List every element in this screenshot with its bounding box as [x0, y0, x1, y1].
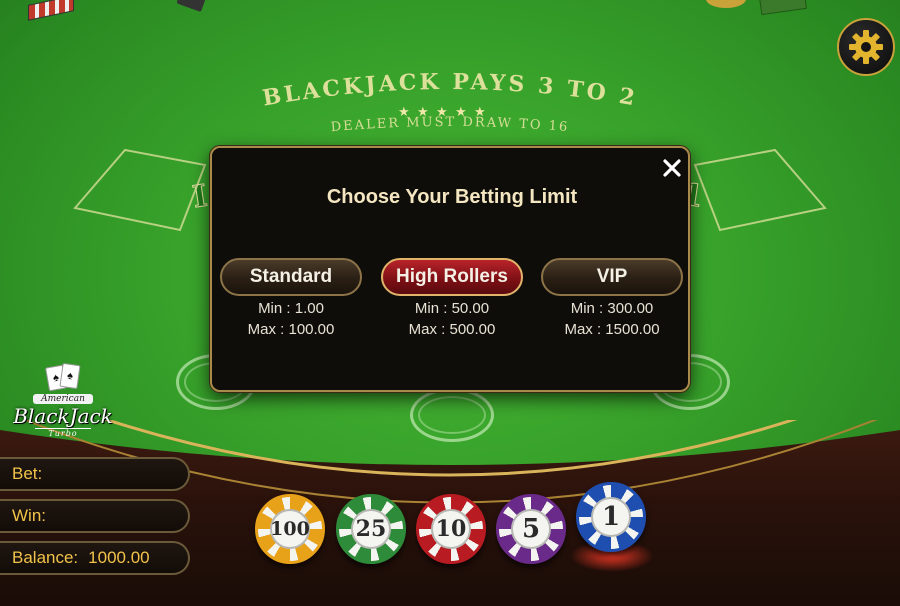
felt-text-dealer: DEALER MUST DRAW TO 16: [330, 115, 568, 135]
limit-option-standard: Standard Min : 1.00 Max : 100.00: [220, 258, 362, 338]
svg-text:★: ★: [398, 104, 410, 119]
standard-max: Max : 100.00: [247, 321, 335, 338]
svg-text:BLACKJACK PAYS 3 TO 2: BLACKJACK PAYS 3 TO 2: [260, 69, 639, 112]
limit-option-high-rollers: High Rollers Min : 50.00 Max : 500.00: [381, 258, 523, 338]
svg-text:DEALER MUST DRAW TO 16: DEALER MUST DRAW TO 16: [330, 115, 570, 135]
svg-text:★: ★: [436, 104, 448, 119]
high-rollers-limit-button[interactable]: High Rollers: [381, 258, 523, 296]
standard-min: Min : 1.00: [258, 300, 324, 317]
vip-max: Max : 1500.00: [564, 321, 660, 338]
chip-label: 5: [521, 513, 541, 544]
logo-title: BlackJack: [13, 404, 113, 428]
chip-10[interactable]: 10: [416, 494, 486, 564]
logo-subtitle: Turbo: [35, 428, 91, 438]
chip-label: 100: [270, 517, 310, 540]
betting-limit-dialog: Choose Your Betting Limit Standard Min :…: [210, 146, 690, 392]
game-logo: ♠ ♠ American BlackJack Turbo: [8, 362, 118, 438]
flag-decoration: [28, 0, 74, 21]
bet-label: Bet:: [12, 464, 43, 483]
chip-100[interactable]: 100: [255, 494, 325, 564]
vip-limit-button[interactable]: VIP: [541, 258, 683, 296]
close-button[interactable]: [660, 156, 684, 180]
chip-1[interactable]: 1: [576, 482, 646, 552]
top-decoration: [176, 0, 206, 13]
high-rollers-max: Max : 500.00: [408, 321, 496, 338]
standard-limit-button[interactable]: Standard: [220, 258, 362, 296]
limit-option-vip: VIP Min : 300.00 Max : 1500.00: [541, 258, 683, 338]
settings-button[interactable]: [837, 18, 895, 76]
cards-icon: ♠ ♠: [45, 362, 81, 392]
dialog-title: Choose Your Betting Limit: [326, 186, 578, 208]
vip-min: Min : 300.00: [570, 300, 654, 317]
bet-spot-center[interactable]: [410, 388, 494, 442]
coin-decoration: [706, 0, 746, 8]
felt-stars: ★ ★ ★ ★ ★: [398, 104, 486, 119]
svg-text:★: ★: [417, 104, 429, 119]
balance-value: 1000.00: [88, 548, 150, 567]
svg-text:★: ★: [474, 104, 486, 119]
balance-label: Balance:: [12, 548, 79, 567]
gear-icon: [849, 30, 883, 64]
high-rollers-min: Min : 50.00: [414, 300, 490, 317]
felt-text-payout: BLACKJACK PAYS 3 TO 2: [260, 69, 636, 112]
close-icon: [663, 159, 681, 177]
win-display: Win:: [0, 499, 190, 533]
logo-banner: American: [33, 394, 93, 404]
balance-display: Balance: 1000.00: [0, 541, 190, 575]
chip-25[interactable]: 25: [336, 494, 406, 564]
chip-label: 25: [355, 515, 387, 542]
bet-display: Bet:: [0, 457, 190, 491]
chip-label: 10: [435, 515, 467, 542]
chip-label: 1: [601, 501, 621, 532]
win-label: Win:: [12, 506, 46, 525]
card-decoration: [758, 0, 808, 16]
svg-text:★: ★: [455, 104, 467, 119]
chip-5[interactable]: 5: [496, 494, 566, 564]
